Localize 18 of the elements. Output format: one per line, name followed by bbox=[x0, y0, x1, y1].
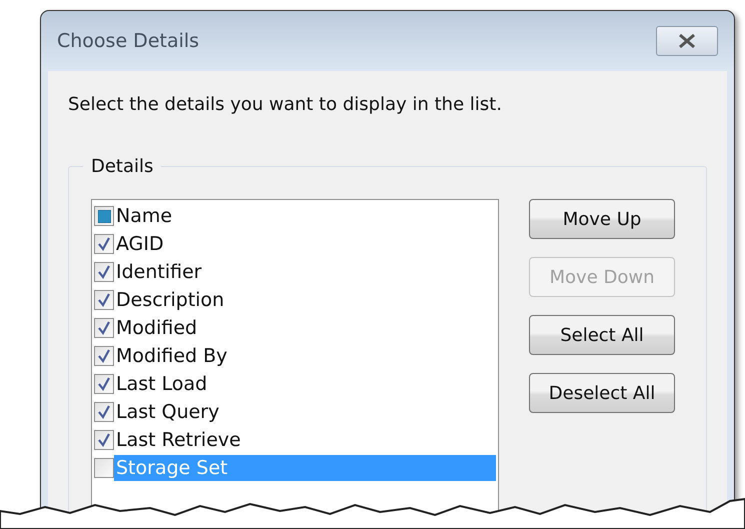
close-button[interactable] bbox=[656, 26, 718, 56]
list-item[interactable]: Modified By bbox=[114, 343, 230, 369]
close-icon bbox=[677, 34, 697, 48]
list-item[interactable]: Identifier bbox=[114, 259, 204, 285]
list-item[interactable]: Last Query bbox=[114, 399, 222, 425]
instruction-text: Select the details you want to display in the list. bbox=[68, 93, 503, 117]
checkbox[interactable] bbox=[94, 206, 114, 226]
list-item[interactable]: Name bbox=[114, 203, 174, 229]
list-item[interactable]: Modified bbox=[114, 315, 200, 341]
list-item[interactable]: AGID bbox=[114, 231, 166, 257]
action-button[interactable]: Select All bbox=[529, 315, 675, 355]
action-button[interactable]: Move Up bbox=[529, 199, 675, 239]
window-title: Choose Details bbox=[57, 28, 200, 54]
list-item[interactable]: Last Retrieve bbox=[114, 427, 243, 453]
list-item[interactable]: Description bbox=[114, 287, 226, 313]
checkbox[interactable] bbox=[94, 458, 114, 478]
list-item[interactable]: Last Load bbox=[114, 371, 210, 397]
action-button[interactable]: Deselect All bbox=[529, 373, 675, 413]
